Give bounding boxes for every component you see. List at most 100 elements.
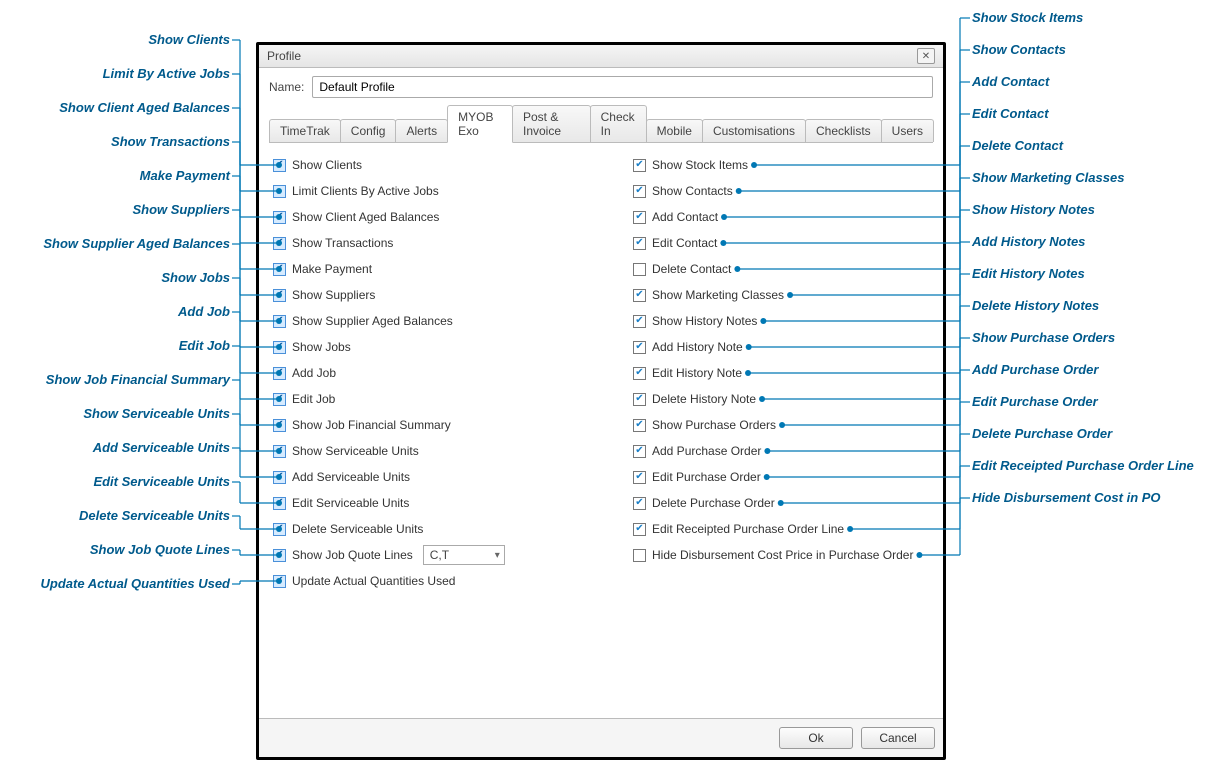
checkbox-label: Delete History Note xyxy=(652,392,756,406)
checkbox[interactable] xyxy=(633,185,646,198)
checkbox[interactable] xyxy=(633,549,646,562)
checkbox[interactable] xyxy=(633,393,646,406)
checkbox[interactable] xyxy=(273,497,286,510)
check-row: Show Client Aged Balances xyxy=(273,205,573,229)
tab-mobile[interactable]: Mobile xyxy=(646,119,703,142)
checkbox-label: Show Serviceable Units xyxy=(292,444,419,458)
checkbox[interactable] xyxy=(273,393,286,406)
tab-timetrak[interactable]: TimeTrak xyxy=(269,119,341,142)
check-row: Show Purchase Orders xyxy=(633,413,933,437)
checkbox-label: Show Job Quote Lines xyxy=(292,548,413,562)
checkbox[interactable] xyxy=(273,159,286,172)
check-row: Show Stock Items xyxy=(633,153,933,177)
checkbox[interactable] xyxy=(633,237,646,250)
name-label: Name: xyxy=(269,80,304,94)
checkbox[interactable] xyxy=(633,367,646,380)
check-row: Show Supplier Aged Balances xyxy=(273,309,573,333)
check-row: Show Jobs xyxy=(273,335,573,359)
checkbox[interactable] xyxy=(273,471,286,484)
tab-check-in[interactable]: Check In xyxy=(590,105,647,142)
checkbox[interactable] xyxy=(633,263,646,276)
check-row: Edit Job xyxy=(273,387,573,411)
annotation-label: Hide Disbursement Cost in PO xyxy=(972,490,1161,505)
tab-checklists[interactable]: Checklists xyxy=(805,119,882,142)
annotation-label: Delete Purchase Order xyxy=(972,426,1112,441)
checkbox[interactable] xyxy=(633,315,646,328)
checkbox[interactable] xyxy=(273,445,286,458)
close-button[interactable]: ✕ xyxy=(917,48,935,64)
annotation-label: Show Suppliers xyxy=(132,202,230,217)
checkbox[interactable] xyxy=(633,341,646,354)
annotation-label: Add Job xyxy=(178,304,230,319)
check-row: Delete Serviceable Units xyxy=(273,517,573,541)
check-row: Show Marketing Classes xyxy=(633,283,933,307)
tab-alerts[interactable]: Alerts xyxy=(395,119,448,142)
checkbox[interactable] xyxy=(633,523,646,536)
checkbox[interactable] xyxy=(273,419,286,432)
quote-lines-select[interactable]: C,T▾ xyxy=(423,545,505,565)
checkbox-label: Show Suppliers xyxy=(292,288,375,302)
checkbox-label: Edit Contact xyxy=(652,236,717,250)
checkbox[interactable] xyxy=(273,315,286,328)
checkbox[interactable] xyxy=(273,237,286,250)
checkbox-label: Limit Clients By Active Jobs xyxy=(292,184,439,198)
profile-name-input[interactable] xyxy=(312,76,933,98)
cancel-button[interactable]: Cancel xyxy=(861,727,935,749)
checkbox[interactable] xyxy=(633,445,646,458)
annotation-label: Show Contacts xyxy=(972,42,1066,57)
tab-config[interactable]: Config xyxy=(340,119,397,142)
annotation-label: Add Purchase Order xyxy=(972,362,1098,377)
check-row: Delete Purchase Order xyxy=(633,491,933,515)
checkbox-label: Show Stock Items xyxy=(652,158,748,172)
annotation-label: Show Transactions xyxy=(111,134,230,149)
checkbox-label: Show Marketing Classes xyxy=(652,288,784,302)
check-row: Delete Contact xyxy=(633,257,933,281)
tab-customisations[interactable]: Customisations xyxy=(702,119,806,142)
annotation-label: Show Job Quote Lines xyxy=(90,542,230,557)
checkbox[interactable] xyxy=(633,289,646,302)
checkbox[interactable] xyxy=(273,367,286,380)
tab-post-invoice[interactable]: Post & Invoice xyxy=(512,105,591,142)
name-row: Name: xyxy=(259,68,943,104)
titlebar: Profile ✕ xyxy=(259,45,943,68)
annotation-label: Edit Purchase Order xyxy=(972,394,1098,409)
tab-myob-exo[interactable]: MYOB Exo xyxy=(447,105,513,143)
tab-users[interactable]: Users xyxy=(881,119,934,142)
annotation-label: Show Job Financial Summary xyxy=(46,372,230,387)
checkbox-label: Edit History Note xyxy=(652,366,742,380)
checkbox[interactable] xyxy=(633,471,646,484)
ok-button[interactable]: Ok xyxy=(779,727,853,749)
tab-content-myob-exo: Show ClientsLimit Clients By Active Jobs… xyxy=(259,143,943,718)
checkbox[interactable] xyxy=(273,211,286,224)
check-row: Edit Contact xyxy=(633,231,933,255)
checkbox[interactable] xyxy=(633,497,646,510)
checkbox-label: Show History Notes xyxy=(652,314,757,328)
check-row: Add History Note xyxy=(633,335,933,359)
checkbox[interactable] xyxy=(273,341,286,354)
checkbox-label: Add Contact xyxy=(652,210,718,224)
checkbox[interactable] xyxy=(273,523,286,536)
check-row: Delete History Note xyxy=(633,387,933,411)
checkbox[interactable] xyxy=(633,211,646,224)
checkbox[interactable] xyxy=(273,289,286,302)
checkbox[interactable] xyxy=(633,419,646,432)
checkbox-label: Edit Receipted Purchase Order Line xyxy=(652,522,844,536)
checkbox-label: Update Actual Quantities Used xyxy=(292,574,455,588)
annotation-label: Add History Notes xyxy=(972,234,1085,249)
annotation-label: Show Serviceable Units xyxy=(83,406,230,421)
checkbox-label: Edit Serviceable Units xyxy=(292,496,409,510)
check-row: Update Actual Quantities Used xyxy=(273,569,573,593)
checkbox[interactable] xyxy=(273,575,286,588)
checkbox[interactable] xyxy=(273,549,286,562)
checkbox-label: Delete Purchase Order xyxy=(652,496,775,510)
checkbox[interactable] xyxy=(273,185,286,198)
annotation-label: Make Payment xyxy=(140,168,230,183)
checkbox[interactable] xyxy=(633,159,646,172)
checkbox-label: Hide Disbursement Cost Price in Purchase… xyxy=(652,548,913,562)
checkbox[interactable] xyxy=(273,263,286,276)
check-row: Show Serviceable Units xyxy=(273,439,573,463)
check-row: Add Job xyxy=(273,361,573,385)
check-row: Show History Notes xyxy=(633,309,933,333)
check-row: Show Job Quote Lines C,T▾ xyxy=(273,543,573,567)
checkbox-label: Add Purchase Order xyxy=(652,444,761,458)
